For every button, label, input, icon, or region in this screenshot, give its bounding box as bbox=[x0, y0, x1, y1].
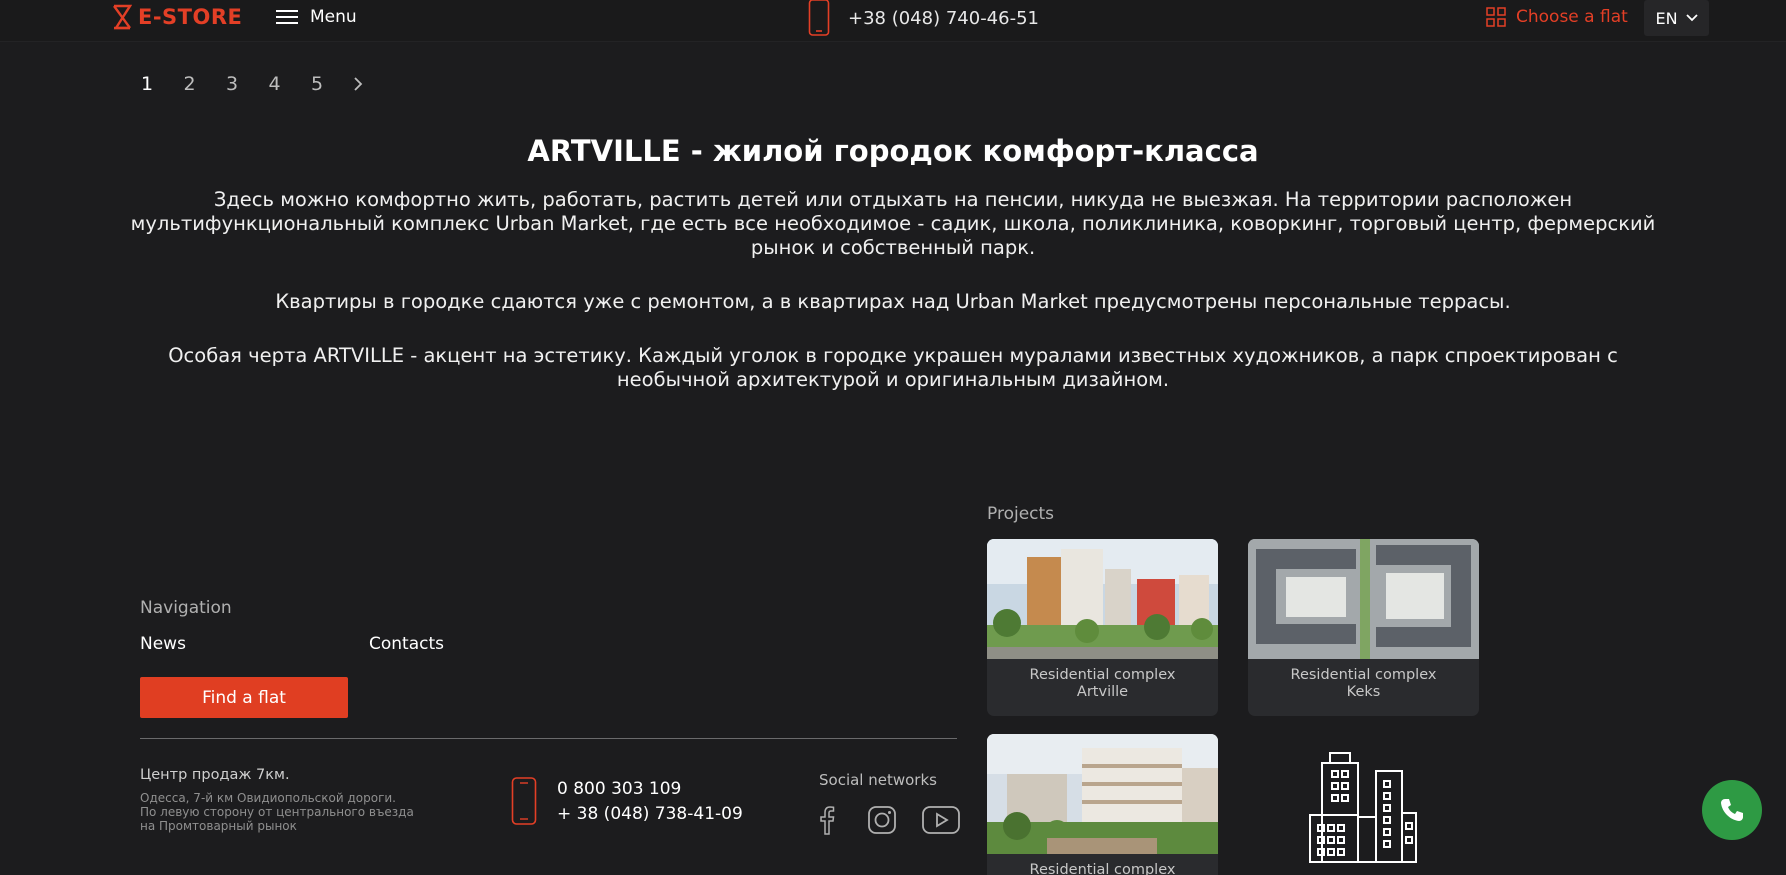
page-3[interactable]: 3 bbox=[221, 73, 264, 95]
hamburger-icon bbox=[276, 10, 298, 24]
buildings-icon[interactable] bbox=[1308, 751, 1418, 863]
project-card-3[interactable]: Residential complex bbox=[987, 734, 1218, 875]
page-5[interactable]: 5 bbox=[306, 73, 349, 95]
phone-handset-icon bbox=[1721, 799, 1743, 821]
article-paragraph-2: Квартиры в городке сдаются уже с ремонто… bbox=[275, 290, 1511, 313]
sales-center-title: Центр продаж 7км. bbox=[140, 767, 290, 783]
youtube-icon[interactable] bbox=[921, 805, 961, 835]
menu-button[interactable]: Menu bbox=[276, 4, 357, 30]
site-header: E-STORE Menu +38 (048) 740-46-51 Choose … bbox=[0, 0, 1786, 42]
call-button[interactable] bbox=[1702, 780, 1762, 840]
pagination: 1 2 3 4 5 bbox=[136, 70, 369, 98]
article-paragraph-3: Особая черта ARTVILLE - акцент на эстети… bbox=[168, 344, 1618, 391]
project-card-keks[interactable]: Residential complex Keks bbox=[1248, 539, 1479, 716]
project-image bbox=[1248, 539, 1479, 659]
footer-divider bbox=[140, 738, 957, 739]
project-name-line: Residential complex bbox=[1029, 862, 1176, 875]
page-title: ARTVILLE - жилой городок комфорт-класса bbox=[527, 134, 1259, 168]
article-paragraph-1: Здесь можно комфортно жить, работать, ра… bbox=[130, 188, 1656, 259]
menu-label: Menu bbox=[310, 7, 357, 27]
project-name: Residential complex bbox=[987, 854, 1218, 875]
page-2[interactable]: 2 bbox=[179, 73, 222, 95]
nav-link-contacts[interactable]: Contacts bbox=[369, 634, 444, 654]
navigation-label: Navigation bbox=[140, 598, 232, 618]
phone-icon bbox=[511, 777, 537, 825]
phone-number[interactable]: + 38 (048) 738-41-09 bbox=[557, 802, 743, 827]
phone-number[interactable]: 0 800 303 109 bbox=[557, 777, 743, 802]
social-icons bbox=[816, 802, 961, 838]
header-phone[interactable]: +38 (048) 740-46-51 bbox=[808, 0, 1039, 36]
choose-flat-link[interactable]: Choose a flat bbox=[1486, 4, 1628, 30]
project-name: Residential complex Artville bbox=[987, 659, 1218, 701]
address-line: Одесса, 7-й км Овидиопольской дороги. bbox=[140, 791, 396, 805]
nav-link-news[interactable]: News bbox=[140, 634, 186, 654]
address-line: По левую сторону от центрального въезда bbox=[140, 805, 414, 819]
page-4[interactable]: 4 bbox=[264, 73, 307, 95]
find-flat-button[interactable]: Find a flat bbox=[140, 677, 348, 718]
facebook-icon[interactable] bbox=[816, 805, 838, 835]
page-1[interactable]: 1 bbox=[136, 73, 179, 95]
phone-icon bbox=[808, 0, 830, 36]
logo[interactable]: E-STORE bbox=[112, 4, 242, 30]
project-image bbox=[987, 734, 1218, 854]
header-phone-number: +38 (048) 740-46-51 bbox=[848, 7, 1039, 29]
project-name-line: Residential complex bbox=[1029, 667, 1176, 683]
logo-icon bbox=[113, 4, 132, 30]
sales-center-address: Одесса, 7-й км Овидиопольской дороги. По… bbox=[140, 791, 440, 833]
address-line: на Промтоварный рынок bbox=[140, 819, 297, 833]
social-networks-label: Social networks bbox=[819, 771, 937, 789]
choose-flat-label: Choose a flat bbox=[1516, 7, 1628, 27]
project-image bbox=[987, 539, 1218, 659]
project-name-line: Residential complex bbox=[1290, 667, 1437, 683]
chevron-down-icon bbox=[1685, 14, 1698, 22]
chevron-right-icon bbox=[353, 77, 362, 91]
next-page-button[interactable] bbox=[349, 76, 369, 92]
project-name-line: Keks bbox=[1346, 684, 1381, 700]
grid-icon bbox=[1486, 7, 1506, 27]
project-card-artville[interactable]: Residential complex Artville bbox=[987, 539, 1218, 716]
instagram-icon[interactable] bbox=[867, 805, 897, 835]
project-name-line: Artville bbox=[1076, 684, 1129, 700]
language-value: EN bbox=[1655, 8, 1678, 28]
project-name: Residential complex Keks bbox=[1248, 659, 1479, 701]
language-selector[interactable]: EN bbox=[1644, 0, 1709, 36]
logo-text: E-STORE bbox=[138, 5, 243, 29]
footer-phones: 0 800 303 109 + 38 (048) 738-41-09 bbox=[557, 777, 743, 827]
projects-label: Projects bbox=[987, 504, 1055, 524]
